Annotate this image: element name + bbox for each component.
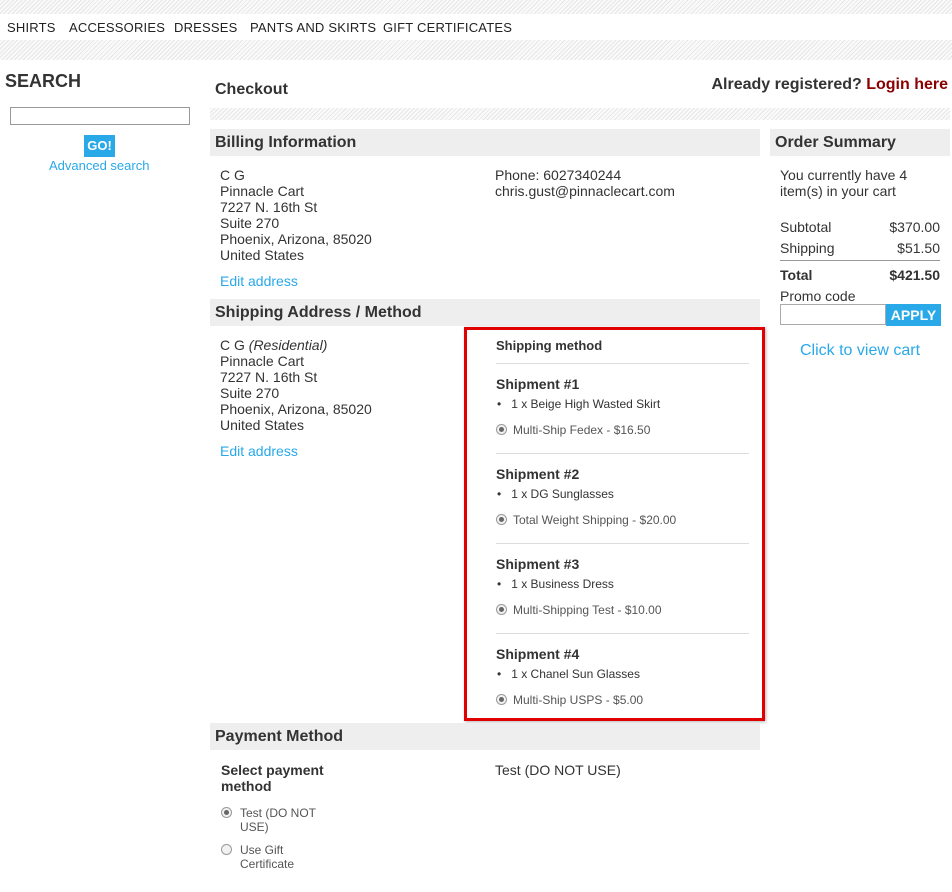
billing-contact: Phone: 6027340244 chris.gust@pinnaclecar…	[495, 167, 675, 199]
cart-count-line: item(s) in your cart	[780, 183, 896, 199]
shipping-address-line: Suite 270	[220, 385, 280, 401]
shipment-item-text: 1 x Beige High Wasted Skirt	[511, 397, 661, 411]
shipping-name: C G	[220, 337, 245, 353]
shipping-address-line: United States	[220, 417, 305, 433]
cart-count-line: You currently have 4	[780, 167, 908, 183]
shipment-title: Shipment #3	[496, 556, 580, 572]
divider	[496, 543, 749, 544]
billing-email: chris.gust@pinnaclecart.com	[495, 183, 675, 199]
shipping-name-line: C G (Residential)	[220, 337, 372, 353]
shipping-cost-value: $51.50	[897, 240, 940, 256]
payment-option-label: USE)	[240, 820, 269, 834]
divider	[780, 260, 940, 261]
subtotal-label: Subtotal	[780, 219, 832, 235]
edit-shipping-address-link[interactable]: Edit address	[220, 443, 298, 459]
shipment-item-text: 1 x Chanel Sun Glasses	[511, 667, 640, 681]
shipment-item-text: 1 x Business Dress	[511, 577, 614, 591]
nav-item-pants-and-skirts[interactable]: PANTS AND SKIRTS	[250, 20, 376, 35]
checkout-decor-strip	[210, 108, 950, 120]
billing-address: C G Pinnacle Cart 7227 N. 16th St Suite …	[220, 167, 372, 263]
shipping-method-label: Shipping method	[496, 338, 603, 353]
billing-address-line: Phoenix, Arizona, 85020	[220, 231, 372, 247]
shipping-row: Shipping $51.50	[780, 240, 940, 256]
nav-item-shirts[interactable]: SHIRTS	[7, 20, 56, 35]
select-payment-label: Select payment method	[221, 762, 324, 794]
main-nav: SHIRTS ACCESSORIES DRESSES PANTS AND SKI…	[0, 14, 952, 40]
page-title: Checkout	[215, 81, 288, 98]
payment-option-label: Test (DO NOT	[240, 806, 317, 820]
divider	[496, 453, 749, 454]
shipment-option[interactable]: Multi-Ship USPS - $5.00	[496, 693, 643, 707]
billing-phone: Phone: 6027340244	[495, 167, 622, 183]
payment-heading: Payment Method	[210, 723, 760, 750]
divider	[496, 363, 749, 364]
view-cart-link[interactable]: Click to view cart	[800, 342, 920, 360]
total-value: $421.50	[889, 267, 940, 283]
radio-selected-icon[interactable]	[221, 807, 232, 818]
edit-billing-address-link[interactable]: Edit address	[220, 273, 298, 289]
shipping-heading: Shipping Address / Method	[210, 299, 760, 326]
shipment-item: • 1 x Beige High Wasted Skirt	[497, 397, 661, 411]
billing-address-line: C G	[220, 167, 245, 183]
divider	[496, 633, 749, 634]
shipment-title: Shipment #2	[496, 466, 580, 482]
apply-button[interactable]: APPLY	[886, 304, 941, 326]
total-label: Total	[780, 267, 813, 283]
order-summary-heading: Order Summary	[770, 129, 950, 156]
shipping-address-line: 7227 N. 16th St	[220, 369, 318, 385]
shipping-address-line: Phoenix, Arizona, 85020	[220, 401, 372, 417]
go-button[interactable]: GO!	[84, 135, 115, 157]
radio-selected-icon[interactable]	[496, 604, 507, 615]
shipping-address-line: Pinnacle Cart	[220, 353, 305, 369]
shipment-item: • 1 x Business Dress	[497, 577, 614, 591]
radio-unselected-icon[interactable]	[221, 844, 232, 855]
billing-address-line: United States	[220, 247, 305, 263]
cart-count-text: You currently have 4 item(s) in your car…	[780, 167, 907, 199]
billing-address-line: Suite 270	[220, 215, 280, 231]
subtotal-row: Subtotal $370.00	[780, 219, 940, 235]
nav-item-dresses[interactable]: DRESSES	[174, 20, 238, 35]
already-registered-text: Already registered?	[711, 76, 862, 93]
radio-selected-icon[interactable]	[496, 514, 507, 525]
shipment-option-label: Total Weight Shipping - $20.00	[513, 513, 677, 527]
billing-address-line: 7227 N. 16th St	[220, 199, 318, 215]
shipment-item: • 1 x DG Sunglasses	[497, 487, 614, 501]
shipment-item-text: 1 x DG Sunglasses	[511, 487, 614, 501]
shipment-item: • 1 x Chanel Sun Glasses	[497, 667, 640, 681]
select-payment-label-line: Select payment	[221, 762, 324, 778]
login-prompt: Already registered? Login here	[711, 76, 948, 94]
select-payment-label-line: method	[221, 778, 272, 794]
shipment-title: Shipment #1	[496, 376, 580, 392]
shipment-option[interactable]: Multi-Ship Fedex - $16.50	[496, 423, 650, 437]
shipment-option[interactable]: Multi-Shipping Test - $10.00	[496, 603, 662, 617]
nav-item-gift-certificates[interactable]: GIFT CERTIFICATES	[383, 20, 512, 35]
billing-heading: Billing Information	[210, 129, 760, 156]
search-title: SEARCH	[5, 71, 82, 91]
top-decor-strip	[0, 0, 952, 14]
shipment-option-label: Multi-Ship USPS - $5.00	[513, 693, 644, 707]
nav-item-accessories[interactable]: ACCESSORIES	[69, 20, 165, 35]
promo-code-input[interactable]	[780, 304, 886, 325]
selected-payment-display: Test (DO NOT USE)	[495, 762, 621, 778]
radio-selected-icon[interactable]	[496, 424, 507, 435]
nav-decor-strip	[0, 40, 952, 60]
subtotal-value: $370.00	[889, 219, 940, 235]
promo-code-label: Promo code	[780, 288, 856, 304]
shipping-address: C G (Residential) Pinnacle Cart 7227 N. …	[220, 337, 372, 433]
shipping-cost-label: Shipping	[780, 240, 835, 256]
search-input[interactable]	[10, 107, 190, 125]
shipment-option[interactable]: Total Weight Shipping - $20.00	[496, 513, 676, 527]
total-row: Total $421.50	[780, 267, 940, 283]
radio-selected-icon[interactable]	[496, 694, 507, 705]
payment-option-label: Certificate	[240, 857, 295, 871]
shipping-address-type: (Residential)	[248, 337, 328, 353]
shipment-option-label: Multi-Shipping Test - $10.00	[513, 603, 662, 617]
payment-option-label: Use Gift	[240, 843, 284, 857]
advanced-search-link[interactable]: Advanced search	[49, 158, 149, 173]
billing-address-line: Pinnacle Cart	[220, 183, 305, 199]
shipment-option-label: Multi-Ship Fedex - $16.50	[513, 423, 651, 437]
shipment-title: Shipment #4	[496, 646, 580, 662]
login-link[interactable]: Login here	[866, 76, 948, 93]
